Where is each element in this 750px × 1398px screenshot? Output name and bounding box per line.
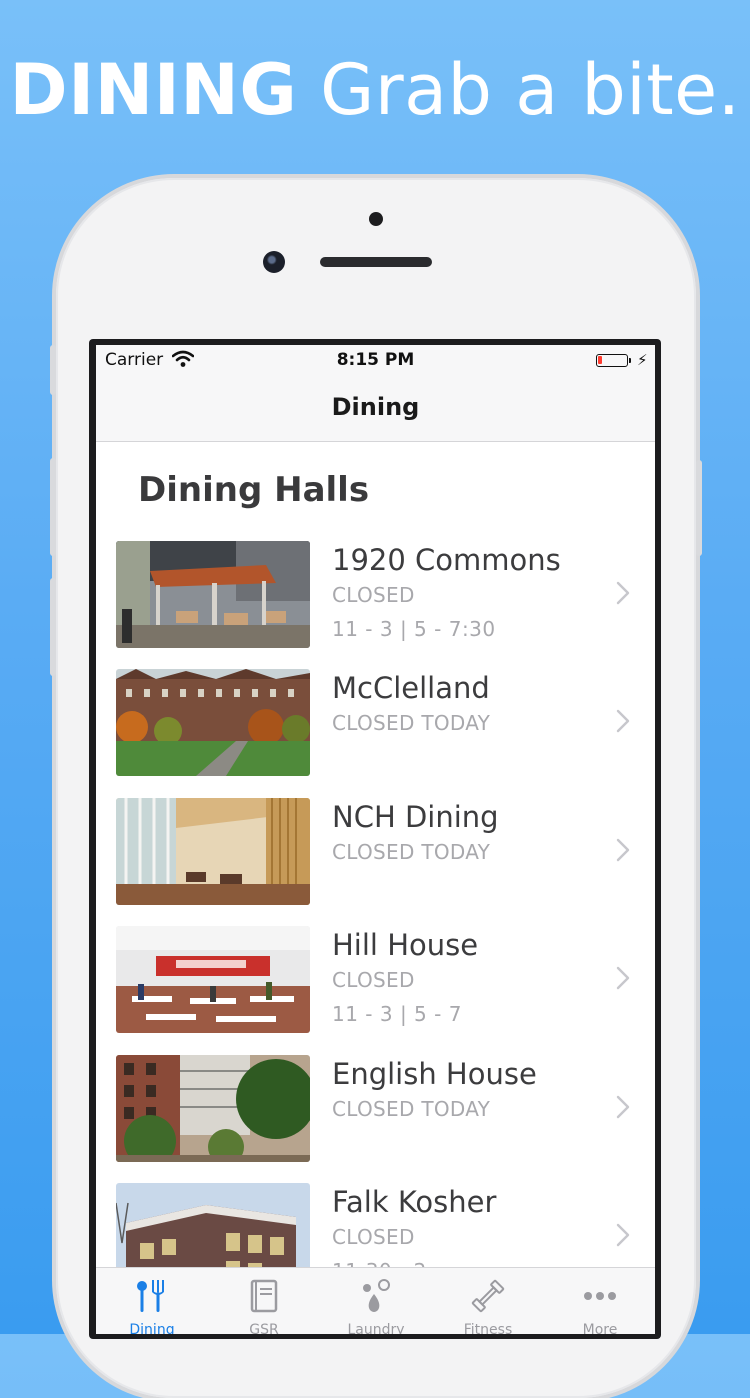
tab-more[interactable]: More — [544, 1268, 655, 1334]
dining-hall-name: Falk Kosher — [332, 1184, 497, 1219]
dumbbell-icon — [471, 1279, 505, 1313]
front-camera — [263, 251, 285, 273]
dining-hall-row[interactable]: NCH Dining CLOSED TODAY — [96, 797, 655, 926]
chevron-right-icon — [616, 581, 630, 605]
phone-volume-up — [50, 458, 56, 556]
dining-hall-name: McClelland — [332, 671, 490, 706]
chevron-right-icon — [616, 1095, 630, 1118]
phone-power-button — [696, 460, 702, 556]
status-time: 8:15 PM — [336, 350, 415, 370]
tab-gsr[interactable]: GSR — [208, 1268, 320, 1334]
tab-label: More — [582, 1322, 618, 1334]
nav-title: Dining — [331, 393, 420, 421]
dining-hall-photo — [116, 541, 310, 648]
dining-hall-photo — [116, 797, 310, 905]
section-title: Dining Halls — [138, 470, 370, 510]
headline-light: Grab a bite. — [320, 49, 741, 131]
tab-label: Laundry — [347, 1322, 405, 1334]
battery-icon — [596, 354, 628, 367]
chevron-right-icon — [616, 710, 630, 733]
dining-hall-status: CLOSED TODAY — [332, 711, 491, 736]
dining-hall-hours: 11 - 3 | 5 - 7:30 — [332, 617, 496, 641]
dining-hall-row[interactable]: Hill House CLOSED 11 - 3 | 5 - 7 — [96, 926, 655, 1054]
earpiece-speaker — [320, 257, 432, 267]
dining-hall-status: CLOSED TODAY — [332, 839, 491, 864]
dining-hall-photo — [116, 926, 310, 1034]
dining-hall-status: CLOSED — [332, 583, 415, 607]
dining-hall-hours: 11 - 3 | 5 - 7 — [332, 1002, 462, 1027]
chevron-right-icon — [616, 966, 630, 990]
app-screen: Carrier 8:15 PM ⚡ Dining Dining Halls 19… — [96, 345, 655, 1334]
dining-hall-photo — [116, 669, 310, 777]
dining-hall-status: CLOSED TODAY — [332, 1096, 491, 1121]
chevron-right-icon — [616, 1223, 630, 1247]
phone-volume-down — [50, 578, 56, 676]
laundry-drops-icon — [363, 1279, 390, 1312]
tab-dining[interactable]: Dining — [96, 1268, 208, 1334]
dining-hall-name: NCH Dining — [332, 799, 499, 834]
tab-label: Dining — [129, 1322, 175, 1334]
more-dots-icon — [584, 1292, 616, 1300]
dining-hall-status: CLOSED — [332, 968, 415, 993]
tab-label: Fitness — [463, 1322, 513, 1334]
dining-hall-status: CLOSED — [332, 1224, 415, 1249]
navigation-bar: Dining — [96, 375, 655, 442]
status-bar: Carrier 8:15 PM ⚡ — [96, 345, 655, 375]
chevron-right-icon — [616, 838, 630, 861]
tab-laundry[interactable]: Laundry — [320, 1268, 432, 1334]
dining-hall-list: 1920 Commons CLOSED 11 - 3 | 5 - 7:30 Mc… — [96, 541, 655, 1311]
tab-fitness[interactable]: Fitness — [432, 1268, 544, 1334]
marketing-headline: DINING Grab a bite. — [0, 50, 750, 130]
battery-tip — [629, 358, 631, 363]
tab-label: GSR — [249, 1322, 279, 1334]
proximity-sensor — [369, 212, 383, 226]
dining-hall-row[interactable]: 1920 Commons CLOSED 11 - 3 | 5 - 7:30 — [96, 541, 655, 669]
dining-hall-name: English House — [332, 1056, 537, 1091]
dining-hall-name: Hill House — [332, 928, 479, 963]
tab-bar: Dining GSR Laundry Fitness More — [96, 1267, 655, 1334]
dining-hall-photo — [116, 1054, 310, 1162]
dining-hall-name: 1920 Commons — [332, 543, 561, 577]
book-icon — [250, 1279, 278, 1313]
headline-bold: DINING — [9, 49, 298, 131]
dining-hall-row[interactable]: McClelland CLOSED TODAY — [96, 669, 655, 797]
charging-bolt-icon: ⚡ — [637, 351, 648, 369]
fork-knife-icon — [137, 1280, 164, 1312]
phone-mute-switch — [50, 345, 56, 395]
dining-hall-row[interactable]: English House CLOSED TODAY — [96, 1054, 655, 1183]
